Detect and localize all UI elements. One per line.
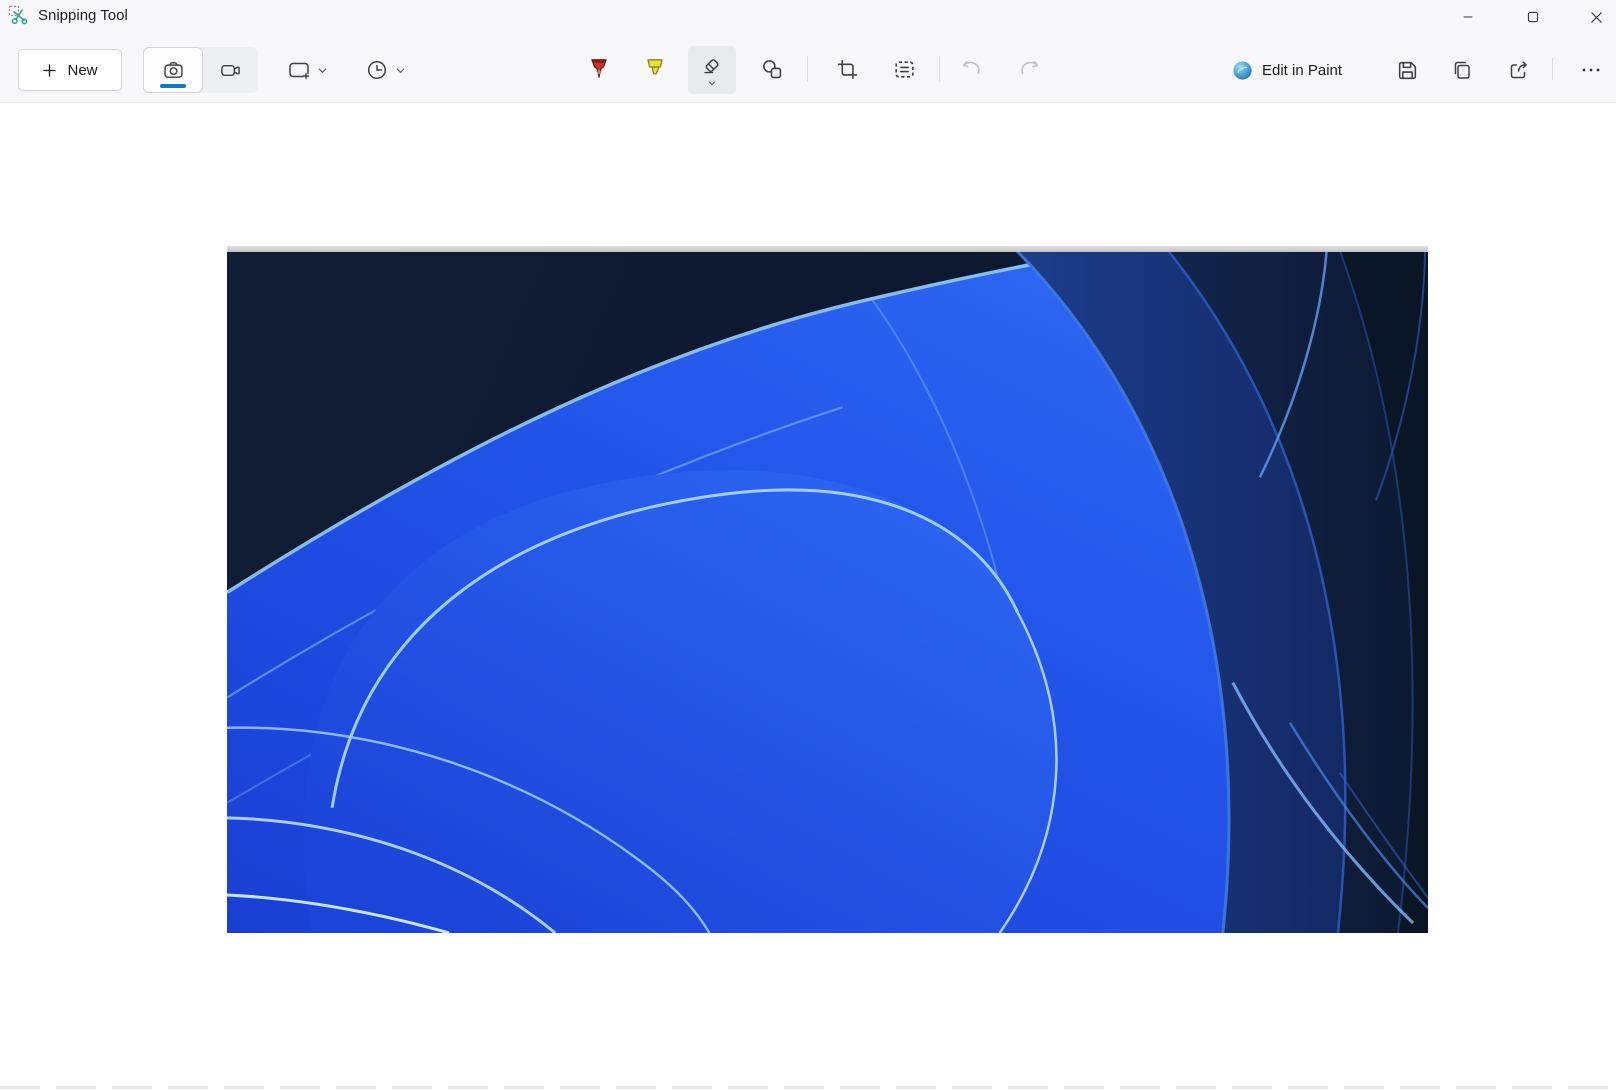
- edit-in-paint-label: Edit in Paint: [1262, 61, 1343, 79]
- undo-button[interactable]: [949, 47, 993, 91]
- delay-dropdown[interactable]: [352, 50, 418, 90]
- crop-icon: [837, 59, 857, 79]
- chevron-down-icon: [708, 81, 716, 86]
- crop-button[interactable]: [825, 47, 869, 91]
- chevron-down-icon: [318, 68, 326, 73]
- selected-mode-underline: [160, 84, 186, 88]
- camera-icon: [163, 61, 183, 78]
- close-icon: [1590, 11, 1602, 23]
- titlebar[interactable]: Snipping Tool: [0, 0, 1616, 34]
- maximize-icon: [1527, 11, 1539, 23]
- highlighter-button[interactable]: [633, 47, 677, 91]
- copy-icon: [1454, 61, 1470, 79]
- rectangle-snip-icon: [288, 62, 309, 80]
- minimize-icon: [1463, 16, 1473, 18]
- share-icon: [1510, 61, 1527, 79]
- captured-screenshot[interactable]: [227, 246, 1428, 933]
- highlighter-icon: [647, 59, 663, 75]
- chevron-down-icon: [396, 68, 404, 73]
- ballpoint-pen-icon: [591, 59, 607, 78]
- screenshot-mode-button[interactable]: [143, 47, 203, 93]
- more-options-button[interactable]: [1571, 50, 1611, 90]
- video-mode-button[interactable]: [203, 47, 258, 93]
- share-button[interactable]: [1499, 50, 1539, 90]
- shapes-button[interactable]: [750, 47, 794, 91]
- capture-mode-toggle: [143, 47, 258, 93]
- text-actions-icon: [894, 60, 914, 78]
- save-button[interactable]: [1387, 50, 1427, 90]
- bloom-wallpaper-image: [227, 252, 1428, 933]
- new-snip-label: New: [67, 61, 98, 79]
- bottom-edge-artifact: [0, 1086, 1616, 1089]
- paint-app-icon: [1233, 60, 1252, 80]
- copy-button[interactable]: [1442, 50, 1482, 90]
- edit-in-paint-button[interactable]: Edit in Paint: [1220, 50, 1354, 90]
- new-snip-button[interactable]: New: [18, 49, 122, 91]
- eraser-button[interactable]: [688, 46, 736, 94]
- toolbar-divider: [807, 56, 808, 82]
- undo-icon: [962, 60, 980, 74]
- video-camera-icon: [221, 64, 240, 76]
- redo-icon: [1020, 60, 1038, 74]
- redo-button[interactable]: [1007, 47, 1051, 91]
- clock-icon: [367, 60, 386, 80]
- toolbar-divider: [939, 56, 940, 82]
- close-button[interactable]: [1571, 0, 1616, 34]
- text-actions-button[interactable]: [882, 47, 926, 91]
- ballpoint-pen-button[interactable]: [577, 47, 621, 91]
- maximize-button[interactable]: [1508, 0, 1558, 34]
- toolbar-divider: [1552, 58, 1553, 80]
- save-icon: [1398, 61, 1416, 79]
- editor-canvas: [0, 103, 1616, 1090]
- snip-shape-dropdown[interactable]: [274, 50, 340, 90]
- eraser-icon: [704, 59, 719, 74]
- ellipsis-icon: [1582, 68, 1600, 72]
- window-chrome: Snipping Tool New Edit in Paint: [0, 0, 1616, 103]
- minimize-button[interactable]: [1443, 0, 1493, 34]
- snipping-tool-logo-icon: [8, 5, 30, 27]
- plus-icon: [43, 63, 57, 77]
- shapes-icon: [762, 59, 781, 78]
- window-title: Snipping Tool: [38, 7, 128, 24]
